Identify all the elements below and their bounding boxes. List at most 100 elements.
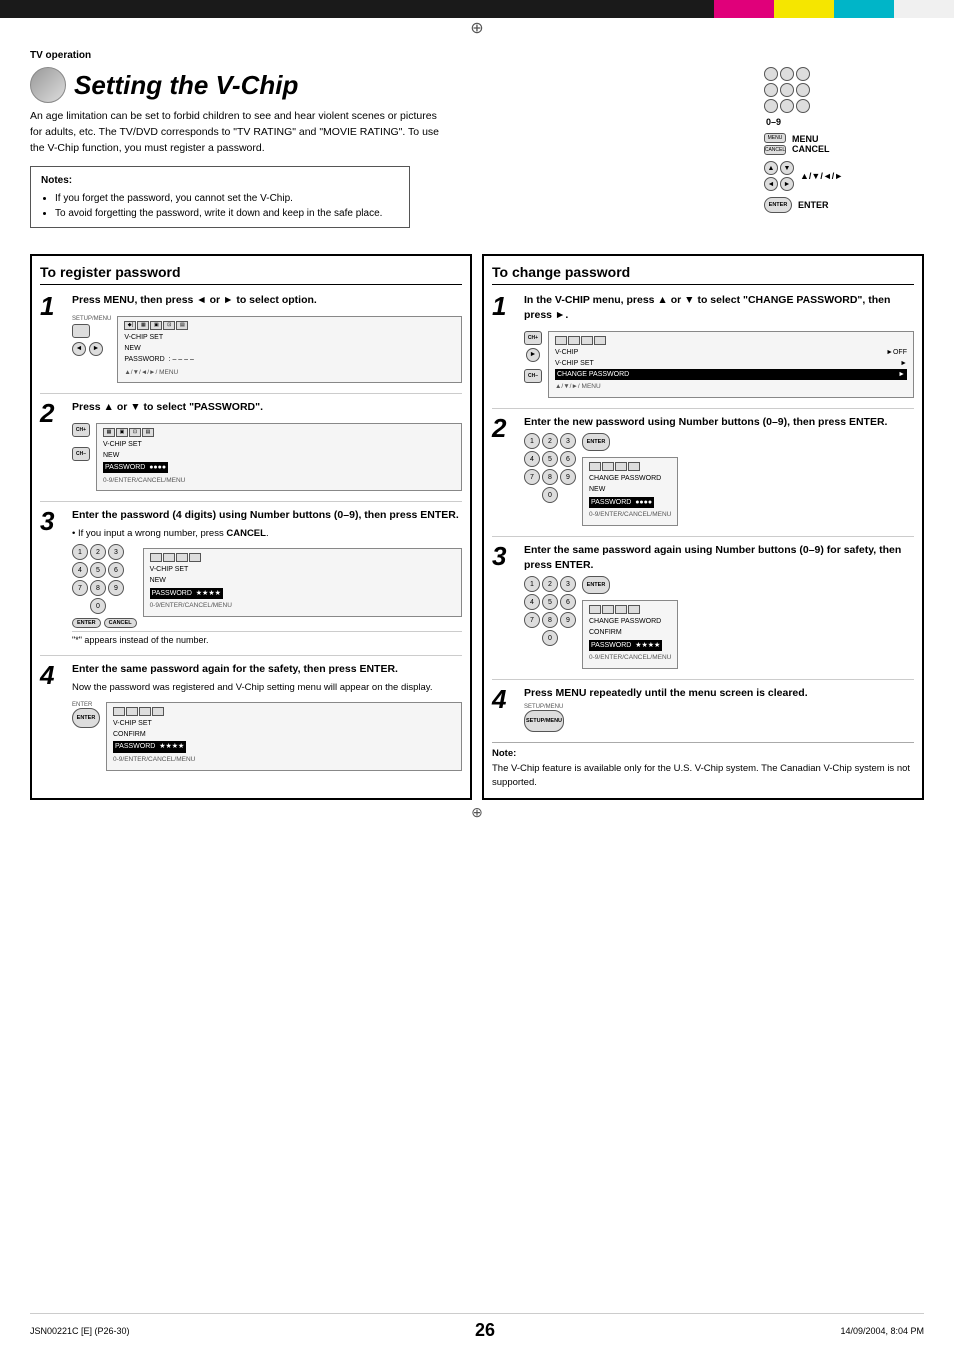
change-step-1-title: In the V-CHIP menu, press ▲ or ▼ to sele… bbox=[524, 293, 914, 322]
change-step-1: 1 In the V-CHIP menu, press ▲ or ▼ to se… bbox=[492, 293, 914, 397]
remote-num-btn bbox=[780, 67, 794, 81]
change-step-2-content: Enter the new password using Number butt… bbox=[524, 415, 914, 526]
change-password-col: To change password 1 In the V-CHIP menu,… bbox=[482, 254, 924, 800]
enter-label: ENTER bbox=[798, 200, 829, 210]
num4: 4 bbox=[72, 562, 88, 578]
num7: 7 bbox=[72, 580, 88, 596]
notes-list: If you forget the password, you cannot s… bbox=[41, 191, 399, 221]
remote-09-label: 0–9 bbox=[766, 117, 781, 127]
step-r2-numpad: 1 2 3 4 5 6 7 8 9 0 bbox=[524, 433, 576, 503]
change-step-3-visual: 1 2 3 4 5 6 7 8 9 0 bbox=[524, 576, 914, 669]
enter-area: ENTER ENTER bbox=[764, 197, 829, 213]
num3: 3 bbox=[108, 544, 124, 560]
setup-menu-visual: SETUP/MENU SETUP/MENU bbox=[524, 704, 914, 732]
icon1: ◆| bbox=[124, 321, 136, 330]
step-num-3: 3 bbox=[40, 508, 64, 534]
change-step-num-1: 1 bbox=[492, 293, 516, 319]
footer-left: JSN00221C [E] (P26-30) bbox=[30, 1326, 130, 1336]
r2-enter-screen: ENTER CHANGE PASSWORD NEW bbox=[582, 433, 678, 526]
register-header: To register password bbox=[40, 264, 462, 285]
num2: 2 bbox=[90, 544, 106, 560]
icon-4-3 bbox=[139, 707, 151, 716]
step-3-visual: 1 2 3 4 5 6 7 8 9 0 bbox=[72, 544, 462, 628]
r-icon-1-1 bbox=[555, 336, 567, 345]
step-4-visual: ENTER ENTER V-CHIP SET bbox=[72, 698, 462, 771]
r-icon-2-3 bbox=[615, 462, 627, 471]
step-3-title: Enter the password (4 digits) using Numb… bbox=[72, 508, 462, 523]
num5: 5 bbox=[90, 562, 106, 578]
change-step-num-2: 2 bbox=[492, 415, 516, 441]
change-step-4: 4 Press MENU repeatedly until the menu s… bbox=[492, 686, 914, 733]
remote-num-btn bbox=[764, 83, 778, 97]
change-step-1-content: In the V-CHIP menu, press ▲ or ▼ to sele… bbox=[524, 293, 914, 397]
register-password-col: To register password 1 Press MENU, then … bbox=[30, 254, 472, 800]
icon-4-4 bbox=[152, 707, 164, 716]
icon-3-1 bbox=[150, 553, 162, 562]
footer-right: 14/09/2004, 8:04 PM bbox=[840, 1326, 924, 1336]
screen-icons-4 bbox=[113, 707, 455, 716]
r-icon-1-2 bbox=[568, 336, 580, 345]
register-step-2: 2 Press ▲ or ▼ to select "PASSWORD". CH+… bbox=[40, 400, 462, 491]
num9: 9 bbox=[108, 580, 124, 596]
icon-2-4: ▤ bbox=[142, 428, 154, 437]
ch-minus: CH– bbox=[72, 447, 90, 461]
remote-num-btn bbox=[764, 67, 778, 81]
r-s1-row2: V-CHIP SET► bbox=[555, 358, 907, 369]
step-2-title: Press ▲ or ▼ to select "PASSWORD". bbox=[72, 400, 462, 415]
step1-nav: SETUP/MENU ◄ ► bbox=[72, 316, 111, 356]
s4-row1: V-CHIP SET bbox=[113, 718, 455, 729]
change-step-2-screen: CHANGE PASSWORD NEW PASSWORD ●●●● 0-9/EN… bbox=[582, 457, 678, 526]
section-label: TV operation bbox=[30, 50, 924, 61]
crosshair-bottom: ⊕ bbox=[30, 804, 924, 821]
nav-label: ▲/▼/◄/► bbox=[800, 171, 843, 181]
r-icon-2-2 bbox=[602, 462, 614, 471]
title-icon bbox=[30, 67, 66, 103]
change-step-num-3: 3 bbox=[492, 543, 516, 569]
r3-numpad: 1 2 3 4 5 6 7 8 9 bbox=[524, 576, 576, 628]
ch-plus-r: CH+ bbox=[524, 331, 542, 345]
ch-btns-1: CH+ ► CH– bbox=[524, 331, 542, 383]
step-r3-numpad: 1 2 3 4 5 6 7 8 9 0 bbox=[524, 576, 576, 646]
r-icon-2-4 bbox=[628, 462, 640, 471]
step-4-content: Enter the same password again for the sa… bbox=[72, 662, 462, 771]
remote-diagram-area: 0–9 MENU CANCEL MENUCANCEL ▲ ▼ bbox=[764, 67, 924, 242]
step2-ch: CH+ CH– bbox=[72, 423, 90, 461]
register-step-3: 3 Enter the password (4 digits) using Nu… bbox=[40, 508, 462, 645]
step-4-title: Enter the same password again for the sa… bbox=[72, 662, 462, 677]
s3-nav: 0-9/ENTER/CANCEL/MENU bbox=[150, 601, 455, 611]
register-step-1: 1 Press MENU, then press ◄ or ► to selec… bbox=[40, 293, 462, 383]
s4-nav: 0-9/ENTER/CANCEL/MENU bbox=[113, 755, 455, 765]
notes-box: Notes: If you forget the password, you c… bbox=[30, 166, 410, 228]
change-step-3-title: Enter the same password again using Numb… bbox=[524, 543, 914, 572]
r-s2-row2: NEW bbox=[589, 484, 671, 495]
top-section: Setting the V-Chip An age limitation can… bbox=[30, 67, 924, 242]
screen-icons-3 bbox=[150, 553, 455, 562]
bar-magenta bbox=[714, 0, 774, 18]
icon-3-4 bbox=[189, 553, 201, 562]
nav-down: ▼ bbox=[780, 161, 794, 175]
change-step-2: 2 Enter the new password using Number bu… bbox=[492, 415, 914, 526]
change-step-3: 3 Enter the same password again using Nu… bbox=[492, 543, 914, 669]
change-step-3-content: Enter the same password again using Numb… bbox=[524, 543, 914, 669]
change-step-num-4: 4 bbox=[492, 686, 516, 712]
step-1-visual: SETUP/MENU ◄ ► ◆| bbox=[72, 312, 462, 383]
r-icon-3-2 bbox=[602, 605, 614, 614]
num0: 0 bbox=[90, 598, 106, 614]
r-s1-row1: V-CHIP►OFF bbox=[555, 347, 907, 358]
r-icons-2 bbox=[589, 462, 671, 471]
step3-numpad-col: 1 2 3 4 5 6 7 8 9 0 bbox=[72, 544, 137, 628]
num1: 1 bbox=[72, 544, 88, 560]
r-icon-2-1 bbox=[589, 462, 601, 471]
r-s1-row3: CHANGE PASSWORD► bbox=[555, 369, 907, 380]
r-icon-1-3 bbox=[581, 336, 593, 345]
r-icon-3-4 bbox=[628, 605, 640, 614]
s1-row1: V-CHIP SET bbox=[124, 332, 455, 343]
s3-row3: PASSWORD ★★★★ bbox=[150, 588, 223, 599]
icon3: ▣ bbox=[150, 321, 162, 330]
change-header: To change password bbox=[492, 264, 914, 285]
top-color-bar bbox=[0, 0, 954, 18]
change-step-2-title: Enter the new password using Number butt… bbox=[524, 415, 914, 430]
r2-numpad: 1 2 3 4 5 6 7 8 9 bbox=[524, 433, 576, 485]
remote-num-btn bbox=[780, 99, 794, 113]
enter-btn-r3: ENTER bbox=[582, 576, 610, 594]
